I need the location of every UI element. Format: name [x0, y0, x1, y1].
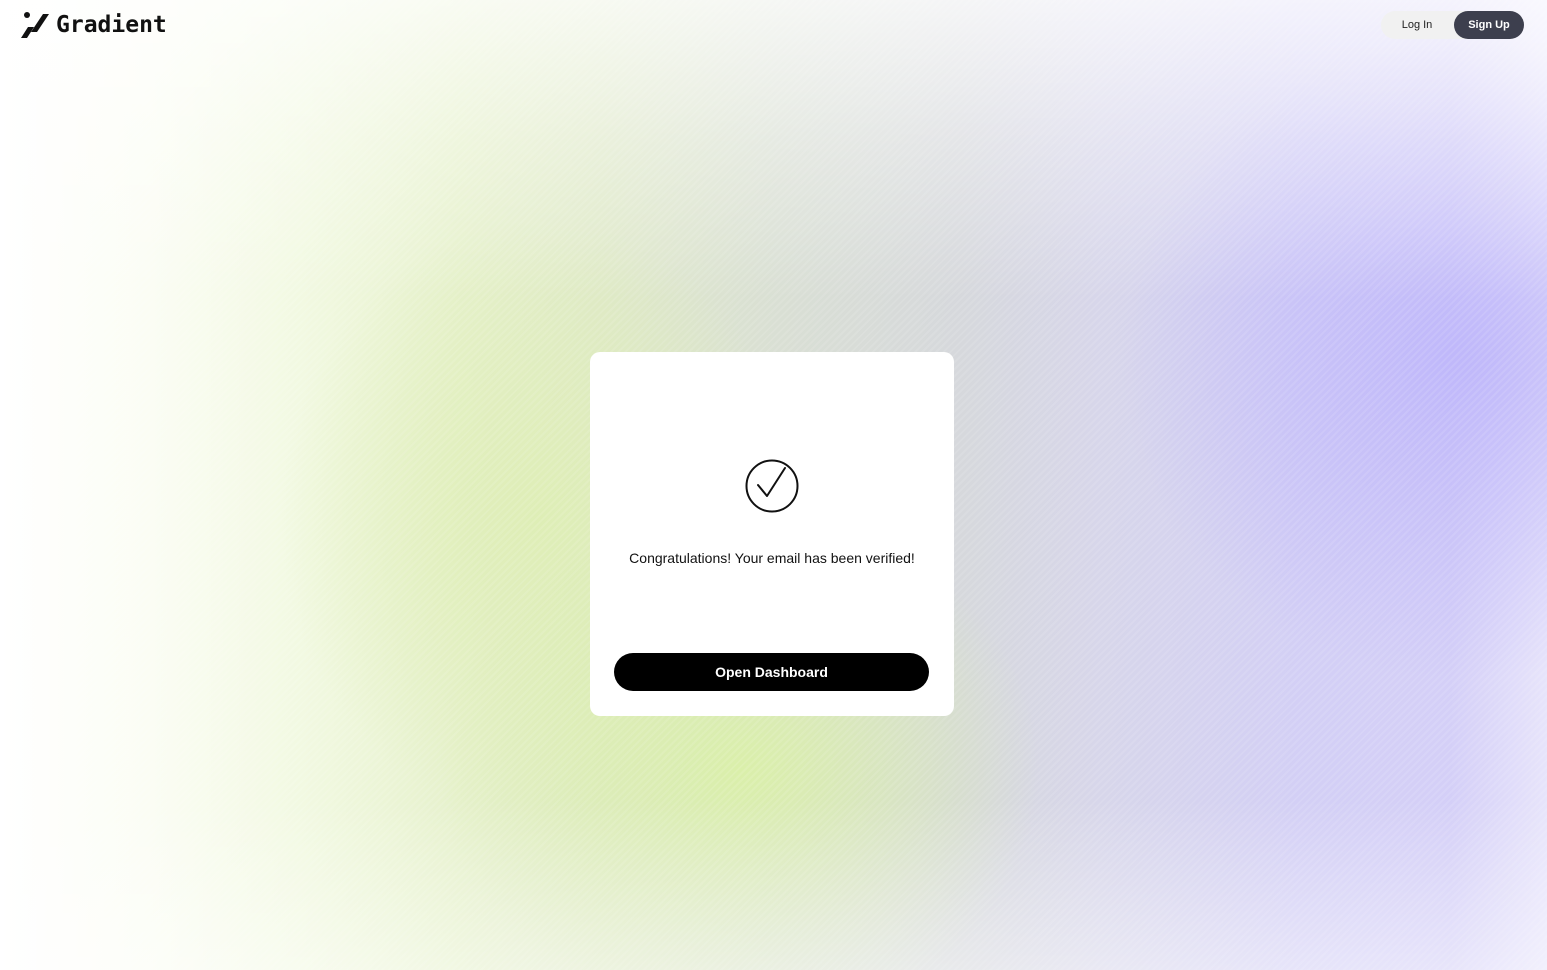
check-circle-icon	[745, 459, 799, 513]
signup-button[interactable]: Sign Up	[1454, 11, 1524, 39]
gradient-logo-icon	[21, 12, 49, 38]
open-dashboard-button[interactable]: Open Dashboard	[614, 653, 929, 691]
brand-logo[interactable]: Gradient	[20, 10, 167, 40]
brand-name: Gradient	[56, 12, 167, 38]
verification-card: Congratulations! Your email has been ver…	[590, 352, 954, 716]
top-header: Gradient Log In Sign Up	[0, 0, 1547, 50]
verification-message: Congratulations! Your email has been ver…	[629, 550, 915, 566]
auth-buttons: Log In Sign Up	[1381, 11, 1524, 39]
login-button[interactable]: Log In	[1381, 11, 1453, 39]
